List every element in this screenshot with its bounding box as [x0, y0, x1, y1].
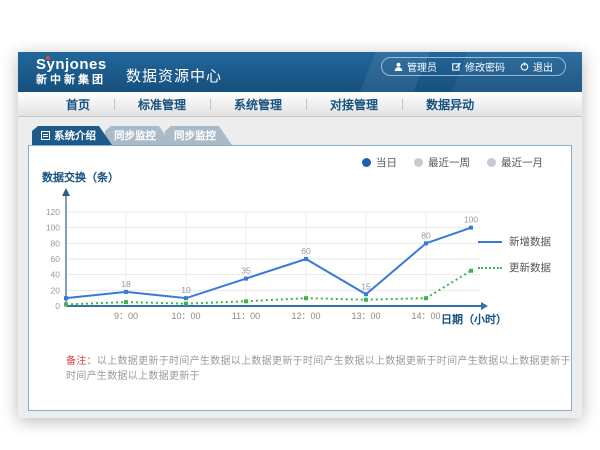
data-point	[64, 302, 68, 306]
y-tick-label: 40	[51, 270, 61, 280]
logo-text-cn: 新中新集团	[36, 74, 107, 86]
data-point-label: 18	[121, 279, 131, 289]
data-point	[244, 299, 248, 303]
y-axis-arrow-icon	[62, 188, 70, 196]
tab-bar: 系统介绍 同步监控 同步监控	[32, 126, 572, 145]
data-point	[424, 241, 428, 245]
edit-icon	[452, 62, 461, 71]
data-point	[304, 257, 308, 261]
data-point	[364, 298, 368, 302]
data-point-label: 10	[181, 285, 191, 295]
main-nav: 首页 标准管理 系统管理 对接管理 数据异动	[18, 92, 582, 117]
data-point-label: 60	[301, 246, 311, 256]
y-tick-label: 20	[51, 285, 61, 295]
y-tick-label: 0	[55, 301, 60, 311]
x-axis-arrow-icon	[481, 302, 488, 310]
logo-text-en: Synjones	[36, 57, 107, 74]
y-tick-label: 120	[46, 207, 60, 217]
y-tick-label: 80	[51, 238, 61, 248]
logout-icon	[520, 62, 529, 71]
note-label: 备注：	[66, 356, 97, 367]
y-axis-title: 数据交换（条）	[42, 169, 119, 185]
legend-item-new-data: 新增数据	[478, 234, 551, 249]
data-point	[64, 296, 68, 300]
data-point	[469, 269, 473, 273]
data-point	[244, 277, 248, 281]
change-password-button[interactable]: 修改密码	[452, 59, 505, 74]
y-tick-label: 100	[46, 223, 60, 233]
green-dotted-line-icon	[478, 267, 502, 269]
radio-last-week[interactable]: 最近一周	[414, 155, 470, 170]
data-point	[184, 296, 188, 300]
chart-panel: 当日 最近一周 最近一月 数据交换（条） 0 20 40 60 80 100 120 9：00…	[28, 145, 572, 411]
x-axis-title: 日期（小时）	[441, 312, 507, 326]
content-area: 系统介绍 同步监控 同步监控 当日 最近一周	[18, 117, 582, 417]
nav-item-data-change[interactable]: 数据异动	[402, 96, 498, 113]
footer-note: 备注：以上数据更新于时间产生数据以上数据更新于时间产生数据以上数据更新于时间产生…	[66, 352, 571, 382]
tab-sync-monitor-1[interactable]: 同步监控	[105, 126, 172, 145]
nav-item-home[interactable]: 首页	[42, 96, 114, 113]
nav-item-integration[interactable]: 对接管理	[306, 96, 402, 113]
data-point	[469, 226, 473, 230]
data-point	[364, 292, 368, 296]
chart-legend: 新增数据 更新数据	[478, 234, 551, 286]
document-icon	[41, 131, 50, 140]
x-tick-label: 10：00	[171, 311, 200, 321]
x-tick-label: 11：00	[232, 311, 260, 321]
logout-button[interactable]: 退出	[520, 59, 553, 74]
data-point	[184, 302, 188, 306]
data-point	[424, 296, 428, 300]
radio-dot-icon	[362, 158, 371, 167]
data-point-label: 35	[241, 266, 251, 276]
user-icon	[394, 62, 403, 71]
data-point	[124, 300, 128, 304]
tab-system-intro[interactable]: 系统介绍	[32, 126, 112, 145]
data-point-label: 80	[421, 230, 431, 240]
current-user-button[interactable]: 管理员	[394, 59, 437, 74]
x-tick-label: 12：00	[291, 311, 320, 321]
note-text: 以上数据更新于时间产生数据以上数据更新于时间产生数据以上数据更新于时间产生数据以…	[66, 356, 571, 382]
time-range-filter: 当日 最近一周 最近一月	[362, 155, 543, 170]
blue-line-icon	[478, 241, 502, 243]
data-point	[124, 290, 128, 294]
x-tick-label: 13：00	[351, 311, 380, 321]
data-point	[304, 296, 308, 300]
x-tick-label: 9：00	[114, 311, 138, 321]
company-logo: Synjones 新中新集团	[36, 56, 107, 86]
tab-sync-monitor-2[interactable]: 同步监控	[165, 126, 232, 145]
y-tick-label: 60	[51, 254, 61, 264]
data-point-label: 100	[464, 215, 478, 225]
nav-item-system[interactable]: 系统管理	[210, 96, 306, 113]
header-user-actions: 管理员 修改密码 退出	[381, 57, 566, 76]
radio-today[interactable]: 当日	[362, 155, 397, 170]
nav-item-standards[interactable]: 标准管理	[114, 96, 210, 113]
x-tick-label: 14：00	[411, 311, 440, 321]
legend-item-updated-data: 更新数据	[478, 260, 551, 275]
page-title: 数据资源中心	[126, 65, 222, 86]
logo-red-dot-icon	[46, 56, 50, 60]
radio-last-month[interactable]: 最近一月	[487, 155, 543, 170]
line-chart: 0 20 40 60 80 100 120 9：00 10：00 11：00 12：00 13：00 1…	[29, 186, 529, 346]
app-window: Synjones 新中新集团 数据资源中心 管理员 修改密码	[18, 52, 582, 418]
radio-dot-icon	[487, 158, 496, 167]
radio-dot-icon	[414, 158, 423, 167]
data-point-label: 15	[361, 281, 371, 291]
app-header: Synjones 新中新集团 数据资源中心 管理员 修改密码	[18, 52, 582, 92]
